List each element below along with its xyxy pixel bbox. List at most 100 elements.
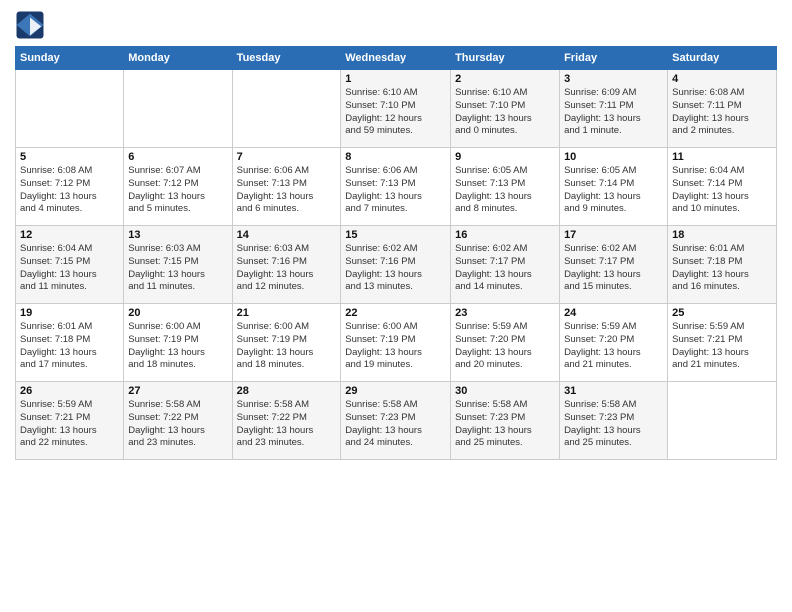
day-number: 1 <box>345 73 446 85</box>
day-cell: 1 Sunrise: 6:10 AM Sunset: 7:10 PM Daylig… <box>341 70 451 148</box>
day-info: Sunrise: 6:05 AM Sunset: 7:14 PM Dayligh… <box>564 165 663 216</box>
day-cell: 27 Sunrise: 5:58 AM Sunset: 7:22 PM Dayli… <box>124 382 232 460</box>
day-info: Sunrise: 6:08 AM Sunset: 7:12 PM Dayligh… <box>20 165 119 216</box>
day-cell: 29 Sunrise: 5:58 AM Sunset: 7:23 PM Dayli… <box>341 382 451 460</box>
day-info: Sunrise: 5:59 AM Sunset: 7:21 PM Dayligh… <box>672 321 772 372</box>
day-header-thursday: Thursday <box>451 47 560 70</box>
day-cell: 21 Sunrise: 6:00 AM Sunset: 7:19 PM Dayli… <box>232 304 341 382</box>
day-info: Sunrise: 6:02 AM Sunset: 7:16 PM Dayligh… <box>345 243 446 294</box>
day-cell: 30 Sunrise: 5:58 AM Sunset: 7:23 PM Dayli… <box>451 382 560 460</box>
day-cell: 31Sunrise: 5:58 AM Sunset: 7:23 PM Dayli… <box>560 382 668 460</box>
day-cell: 26Sunrise: 5:59 AM Sunset: 7:21 PM Dayli… <box>16 382 124 460</box>
day-info: Sunrise: 5:58 AM Sunset: 7:22 PM Dayligh… <box>128 399 227 450</box>
day-cell: 28 Sunrise: 5:58 AM Sunset: 7:22 PM Dayli… <box>232 382 341 460</box>
day-cell: 7 Sunrise: 6:06 AM Sunset: 7:13 PM Daylig… <box>232 148 341 226</box>
day-number: 17 <box>564 229 663 241</box>
day-header-friday: Friday <box>560 47 668 70</box>
day-number: 2 <box>455 73 555 85</box>
day-number: 10 <box>564 151 663 163</box>
day-cell: 20Sunrise: 6:00 AM Sunset: 7:19 PM Dayli… <box>124 304 232 382</box>
day-info: Sunrise: 6:03 AM Sunset: 7:15 PM Dayligh… <box>128 243 227 294</box>
day-number: 21 <box>237 307 337 319</box>
day-info: Sunrise: 6:00 AM Sunset: 7:19 PM Dayligh… <box>128 321 227 372</box>
day-number: 6 <box>128 151 227 163</box>
day-info: Sunrise: 6:00 AM Sunset: 7:19 PM Dayligh… <box>237 321 337 372</box>
day-header-monday: Monday <box>124 47 232 70</box>
day-info: Sunrise: 6:02 AM Sunset: 7:17 PM Dayligh… <box>564 243 663 294</box>
day-cell: 25 Sunrise: 5:59 AM Sunset: 7:21 PM Dayli… <box>668 304 777 382</box>
day-header-sunday: Sunday <box>16 47 124 70</box>
day-cell: 23 Sunrise: 5:59 AM Sunset: 7:20 PM Dayli… <box>451 304 560 382</box>
week-row-3: 12 Sunrise: 6:04 AM Sunset: 7:15 PM Dayli… <box>16 226 777 304</box>
day-cell: 2 Sunrise: 6:10 AM Sunset: 7:10 PM Daylig… <box>451 70 560 148</box>
day-cell: 15 Sunrise: 6:02 AM Sunset: 7:16 PM Dayli… <box>341 226 451 304</box>
day-number: 14 <box>237 229 337 241</box>
day-info: Sunrise: 6:09 AM Sunset: 7:11 PM Dayligh… <box>564 87 663 138</box>
day-cell <box>124 70 232 148</box>
day-info: Sunrise: 6:06 AM Sunset: 7:13 PM Dayligh… <box>237 165 337 216</box>
day-info: Sunrise: 5:58 AM Sunset: 7:22 PM Dayligh… <box>237 399 337 450</box>
day-info: Sunrise: 6:07 AM Sunset: 7:12 PM Dayligh… <box>128 165 227 216</box>
day-header-saturday: Saturday <box>668 47 777 70</box>
header <box>15 10 777 40</box>
day-info: Sunrise: 6:10 AM Sunset: 7:10 PM Dayligh… <box>345 87 446 138</box>
day-info: Sunrise: 5:59 AM Sunset: 7:20 PM Dayligh… <box>455 321 555 372</box>
day-number: 4 <box>672 73 772 85</box>
day-cell: 18 Sunrise: 6:01 AM Sunset: 7:18 PM Dayli… <box>668 226 777 304</box>
day-number: 18 <box>672 229 772 241</box>
day-cell: 4Sunrise: 6:08 AM Sunset: 7:11 PM Daylig… <box>668 70 777 148</box>
day-number: 25 <box>672 307 772 319</box>
day-number: 13 <box>128 229 227 241</box>
day-cell <box>232 70 341 148</box>
day-number: 9 <box>455 151 555 163</box>
day-cell: 5 Sunrise: 6:08 AM Sunset: 7:12 PM Daylig… <box>16 148 124 226</box>
week-row-2: 5 Sunrise: 6:08 AM Sunset: 7:12 PM Daylig… <box>16 148 777 226</box>
day-cell <box>668 382 777 460</box>
day-info: Sunrise: 6:04 AM Sunset: 7:15 PM Dayligh… <box>20 243 119 294</box>
week-row-4: 19 Sunrise: 6:01 AM Sunset: 7:18 PM Dayli… <box>16 304 777 382</box>
day-cell: 9Sunrise: 6:05 AM Sunset: 7:13 PM Daylig… <box>451 148 560 226</box>
day-header-tuesday: Tuesday <box>232 47 341 70</box>
day-cell: 16Sunrise: 6:02 AM Sunset: 7:17 PM Dayli… <box>451 226 560 304</box>
day-info: Sunrise: 5:58 AM Sunset: 7:23 PM Dayligh… <box>564 399 663 450</box>
day-number: 26 <box>20 385 119 397</box>
day-cell: 17 Sunrise: 6:02 AM Sunset: 7:17 PM Dayli… <box>560 226 668 304</box>
calendar-container: SundayMondayTuesdayWednesdayThursdayFrid… <box>0 0 792 470</box>
day-cell: 10 Sunrise: 6:05 AM Sunset: 7:14 PM Dayli… <box>560 148 668 226</box>
day-number: 15 <box>345 229 446 241</box>
day-cell <box>16 70 124 148</box>
day-info: Sunrise: 5:58 AM Sunset: 7:23 PM Dayligh… <box>345 399 446 450</box>
day-number: 27 <box>128 385 227 397</box>
day-number: 19 <box>20 307 119 319</box>
day-info: Sunrise: 6:03 AM Sunset: 7:16 PM Dayligh… <box>237 243 337 294</box>
day-number: 5 <box>20 151 119 163</box>
day-number: 23 <box>455 307 555 319</box>
day-info: Sunrise: 5:58 AM Sunset: 7:23 PM Dayligh… <box>455 399 555 450</box>
day-cell: 14 Sunrise: 6:03 AM Sunset: 7:16 PM Dayli… <box>232 226 341 304</box>
day-cell: 11Sunrise: 6:04 AM Sunset: 7:14 PM Dayli… <box>668 148 777 226</box>
day-number: 12 <box>20 229 119 241</box>
calendar-table: SundayMondayTuesdayWednesdayThursdayFrid… <box>15 46 777 460</box>
day-cell: 24 Sunrise: 5:59 AM Sunset: 7:20 PM Dayli… <box>560 304 668 382</box>
day-cell: 13 Sunrise: 6:03 AM Sunset: 7:15 PM Dayli… <box>124 226 232 304</box>
day-info: Sunrise: 6:10 AM Sunset: 7:10 PM Dayligh… <box>455 87 555 138</box>
logo <box>15 10 48 40</box>
day-number: 8 <box>345 151 446 163</box>
day-number: 7 <box>237 151 337 163</box>
day-header-wednesday: Wednesday <box>341 47 451 70</box>
day-number: 30 <box>455 385 555 397</box>
day-number: 28 <box>237 385 337 397</box>
day-cell: 8 Sunrise: 6:06 AM Sunset: 7:13 PM Daylig… <box>341 148 451 226</box>
day-info: Sunrise: 6:04 AM Sunset: 7:14 PM Dayligh… <box>672 165 772 216</box>
week-row-5: 26Sunrise: 5:59 AM Sunset: 7:21 PM Dayli… <box>16 382 777 460</box>
day-info: Sunrise: 6:01 AM Sunset: 7:18 PM Dayligh… <box>20 321 119 372</box>
week-row-1: 1 Sunrise: 6:10 AM Sunset: 7:10 PM Daylig… <box>16 70 777 148</box>
day-info: Sunrise: 6:01 AM Sunset: 7:18 PM Dayligh… <box>672 243 772 294</box>
days-header-row: SundayMondayTuesdayWednesdayThursdayFrid… <box>16 47 777 70</box>
day-number: 24 <box>564 307 663 319</box>
logo-icon <box>15 10 45 40</box>
day-number: 29 <box>345 385 446 397</box>
day-info: Sunrise: 6:06 AM Sunset: 7:13 PM Dayligh… <box>345 165 446 216</box>
day-cell: 22Sunrise: 6:00 AM Sunset: 7:19 PM Dayli… <box>341 304 451 382</box>
day-info: Sunrise: 5:59 AM Sunset: 7:20 PM Dayligh… <box>564 321 663 372</box>
